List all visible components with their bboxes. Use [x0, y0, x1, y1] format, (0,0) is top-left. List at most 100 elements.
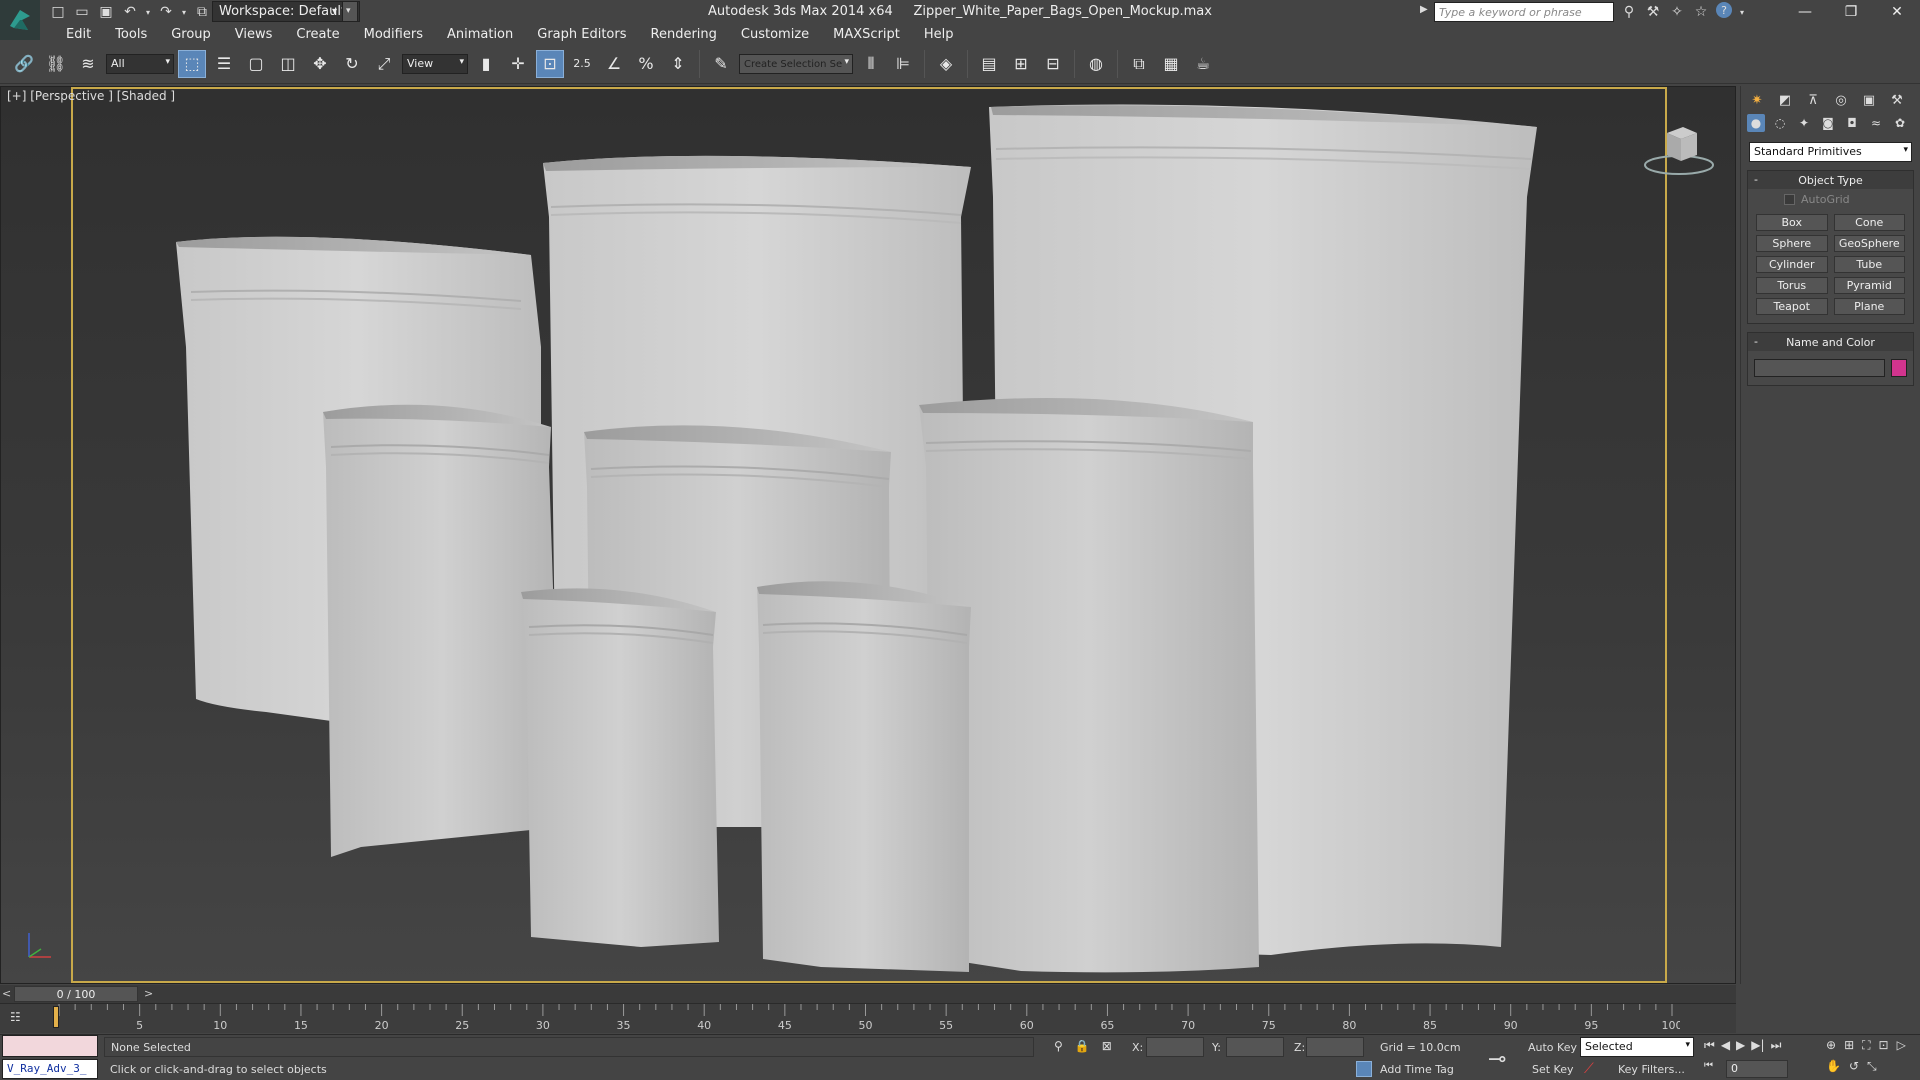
select-object-icon[interactable]: ⬚ [178, 49, 206, 78]
menu-maxscript[interactable]: MAXScript [821, 27, 912, 42]
schematic-view-icon[interactable]: ⊟ [1039, 50, 1067, 78]
geosphere-button[interactable]: GeoSphere [1833, 235, 1905, 252]
zoom-icon[interactable]: ⊕ [1826, 1038, 1836, 1053]
play-icon[interactable]: ▶ [1736, 1038, 1745, 1053]
named-selection-sets-dropdown[interactable]: Create Selection Se ▾ [739, 53, 853, 74]
workspace-dropdown[interactable]: Workspace: Default ▾ [212, 1, 360, 22]
bag-front-left[interactable] [521, 588, 719, 947]
current-frame-field[interactable]: 0 [1726, 1060, 1788, 1078]
isolate-selection-icon[interactable]: ⚲ [1054, 1039, 1063, 1053]
rectangular-selection-region-icon[interactable]: ▢ [242, 50, 270, 78]
binoculars-icon[interactable]: ⚲ [1620, 2, 1638, 22]
select-and-manipulate-icon[interactable]: ✛ [504, 50, 532, 78]
add-time-tag[interactable]: Add Time Tag [1380, 1063, 1454, 1076]
search-expand-icon[interactable]: ▶ [1420, 4, 1428, 15]
menu-rendering[interactable]: Rendering [639, 27, 729, 42]
angle-snap-icon[interactable]: ∠ [600, 50, 628, 78]
set-keys-key-icon[interactable]: ⊸ [1488, 1047, 1506, 1072]
render-production-icon[interactable]: ☕ [1189, 50, 1217, 78]
mini-curve-editor-icon[interactable]: ☷ [10, 1010, 32, 1026]
absolute-mode-transform-icon[interactable]: ⊠ [1102, 1039, 1112, 1053]
curve-editor-icon[interactable]: ⊞ [1007, 50, 1035, 78]
edit-named-selection-icon[interactable]: ✎ [707, 50, 735, 78]
minimize-button[interactable]: — [1782, 0, 1828, 24]
help-icon[interactable]: ? [1716, 2, 1732, 18]
new-file-icon[interactable]: □ [48, 2, 68, 22]
restore-button[interactable]: ❐ [1828, 0, 1874, 24]
undo-icon[interactable]: ↶ [120, 2, 140, 22]
field-of-view-icon[interactable]: ▷ [1897, 1038, 1906, 1053]
cameras-category-icon[interactable]: ◙ [1819, 114, 1837, 132]
close-button[interactable]: ✕ [1874, 0, 1920, 24]
time-slider[interactable]: < 0 / 100 > [0, 985, 1736, 1003]
select-and-rotate-icon[interactable]: ↻ [338, 50, 366, 78]
go-to-end-icon[interactable]: ⏭ [1771, 1038, 1782, 1053]
torus-button[interactable]: Torus [1756, 277, 1828, 294]
object-type-rollout-header[interactable]: - Object Type [1748, 171, 1913, 189]
name-and-color-rollout-header[interactable]: - Name and Color [1748, 333, 1913, 351]
unlink-selection-icon[interactable]: ⛓ [42, 50, 70, 78]
select-and-move-icon[interactable]: ✥ [306, 50, 334, 78]
zoom-extents-icon[interactable]: ⛶ [1862, 1038, 1870, 1053]
next-frame-icon[interactable]: ▶| [1751, 1038, 1764, 1053]
maximize-viewport-icon[interactable]: ⤡ [1867, 1059, 1877, 1074]
use-pivot-center-icon[interactable]: ▮ [472, 50, 500, 78]
default-in-out-tangent-icon[interactable]: ⟋ [1584, 1061, 1594, 1077]
menu-customize[interactable]: Customize [729, 27, 821, 42]
redo-icon[interactable]: ↷ [156, 2, 176, 22]
menu-create[interactable]: Create [284, 27, 351, 42]
x-coordinate-field[interactable] [1146, 1037, 1204, 1057]
app-logo-icon[interactable] [0, 0, 40, 40]
align-icon[interactable]: ⊫ [889, 50, 917, 78]
pan-view-hand-icon[interactable]: ✋ [1826, 1059, 1841, 1074]
open-file-icon[interactable]: ▭ [72, 2, 92, 22]
primitive-type-dropdown[interactable]: Standard Primitives ▾ [1749, 142, 1912, 162]
menu-help[interactable]: Help [912, 27, 966, 42]
window-crossing-icon[interactable]: ◫ [274, 50, 302, 78]
graphite-ribbon-icon[interactable]: ▤ [975, 50, 1003, 78]
object-color-swatch[interactable] [1891, 359, 1907, 377]
menu-animation[interactable]: Animation [435, 27, 525, 42]
communication-icon[interactable]: ✧ [1668, 2, 1686, 22]
object-name-input[interactable] [1754, 359, 1885, 377]
zoom-all-icon[interactable]: ⊞ [1844, 1038, 1854, 1053]
track-bar[interactable]: ☷ 5 10 15 20 25 30 35 40 45 50 55 60 65 70 75 80 85 90 95 1… [0, 1003, 1736, 1033]
helpers-category-icon[interactable]: ◘ [1843, 114, 1861, 132]
select-and-link-icon[interactable]: 🔗 [10, 50, 38, 78]
menu-tools[interactable]: Tools [103, 27, 159, 42]
utilities-tab-hammer-icon[interactable]: ⚒ [1887, 90, 1907, 110]
previous-frame-icon[interactable]: ◀ [1721, 1038, 1730, 1053]
key-mode-toggle-icon[interactable]: ⏮ [1704, 1060, 1713, 1071]
menu-graph-editors[interactable]: Graph Editors [525, 27, 638, 42]
project-folder-icon[interactable]: ⧉ [192, 2, 212, 22]
set-key-button[interactable]: Set Key [1532, 1063, 1574, 1076]
zoom-extents-all-icon[interactable]: ⊡ [1879, 1038, 1889, 1053]
save-icon[interactable]: ▣ [96, 2, 116, 22]
time-slider-prev-arrow[interactable]: < [2, 987, 11, 1000]
selection-filter-dropdown[interactable]: All ▾ [106, 53, 174, 74]
plane-button[interactable]: Plane [1833, 298, 1905, 315]
select-by-name-icon[interactable]: ☰ [210, 50, 238, 78]
subscription-icon[interactable]: ⚒ [1644, 2, 1662, 22]
time-slider-thumb[interactable]: 0 / 100 [14, 986, 138, 1002]
material-editor-icon[interactable]: ◍ [1082, 50, 1110, 78]
autogrid-checkbox[interactable] [1784, 194, 1795, 205]
select-and-scale-icon[interactable]: ⤢ [370, 50, 398, 78]
layer-manager-icon[interactable]: ◈ [932, 50, 960, 78]
current-frame-marker[interactable] [53, 1006, 59, 1028]
auto-key-button[interactable]: Auto Key [1528, 1041, 1577, 1054]
key-mode-dropdown[interactable]: Selected ▾ [1580, 1037, 1694, 1057]
snaps-toggle-icon[interactable]: 2.5 [568, 50, 596, 78]
motion-tab-icon[interactable]: ◎ [1831, 90, 1851, 110]
selection-lock-icon[interactable]: 🔒 [1075, 1039, 1090, 1053]
maxscript-listener-output[interactable] [2, 1035, 98, 1057]
reference-coordinate-dropdown[interactable]: View ▾ [402, 53, 468, 74]
shapes-category-icon[interactable]: ◌ [1771, 114, 1789, 132]
maxscript-mini-listener[interactable]: V_Ray_Adv_3_ [2, 1059, 98, 1079]
tube-button[interactable]: Tube [1833, 256, 1905, 273]
systems-category-icon[interactable]: ✿ [1891, 114, 1909, 132]
mirror-icon[interactable]: ⫴ [857, 50, 885, 78]
spinner-snap-icon[interactable]: ⇕ [664, 50, 692, 78]
bag-front-center[interactable] [757, 581, 971, 972]
modify-tab-icon[interactable]: ◩ [1775, 90, 1795, 110]
